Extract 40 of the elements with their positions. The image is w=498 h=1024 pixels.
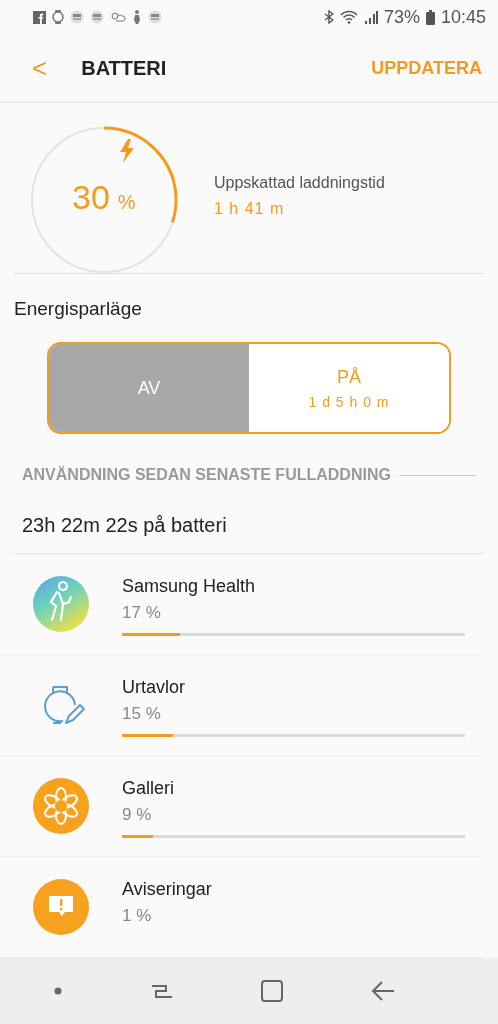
app-name: Galleri — [122, 778, 175, 799]
clock-time: 10:45 — [440, 6, 486, 28]
watch-icon — [52, 10, 64, 24]
back-button[interactable]: < — [28, 52, 52, 84]
figure-icon — [132, 10, 142, 24]
app-name: Samsung Health — [122, 576, 257, 597]
usage-duration: 23h 22m 22s på batteri — [21, 513, 228, 537]
weather-icon — [110, 10, 126, 24]
wifi-icon — [339, 10, 358, 24]
estimate-time: 1 h 41 m — [214, 200, 286, 218]
app-icon — [70, 10, 84, 24]
running-figure-icon — [33, 576, 89, 632]
battery-percent: 73% — [383, 6, 420, 28]
power-saving-option[interactable]: AV — [49, 344, 249, 432]
dot-icon[interactable] — [53, 987, 62, 995]
usage-percent: 15 % — [122, 704, 162, 724]
usage-percent: 9 % — [122, 805, 153, 825]
facebook-icon — [33, 10, 46, 24]
home-icon[interactable] — [259, 979, 284, 1003]
section-heading: ANVÄNDNING SEDAN SENASTE FULLADDNING — [22, 466, 391, 484]
app-icon — [90, 10, 104, 24]
app-icon — [148, 10, 162, 24]
percent-unit: % — [117, 191, 136, 214]
app-name: Aviseringar — [122, 879, 213, 900]
page-title: BATTERI — [81, 56, 168, 80]
app-name: Urtavlor — [122, 677, 186, 698]
back-arrow-icon[interactable] — [370, 979, 395, 1003]
update-button[interactable]: UPPDATERA — [371, 57, 482, 79]
section-title: Energisparläge — [13, 297, 143, 320]
usage-percent: 1 % — [122, 906, 153, 926]
lightning-icon — [119, 139, 135, 163]
usage-percent: 17 % — [122, 603, 162, 623]
estimate-label: Uppskattad laddningstid — [214, 174, 385, 192]
signal-icon — [363, 10, 378, 24]
battery-icon — [425, 9, 435, 25]
battery-percentage: 30 — [72, 178, 110, 217]
power-saving-option[interactable]: PÅ 1 d 5 h 0 m — [249, 344, 449, 432]
flower-icon — [33, 778, 89, 834]
alert-bubble-icon — [33, 879, 89, 935]
bluetooth-icon — [323, 10, 334, 24]
